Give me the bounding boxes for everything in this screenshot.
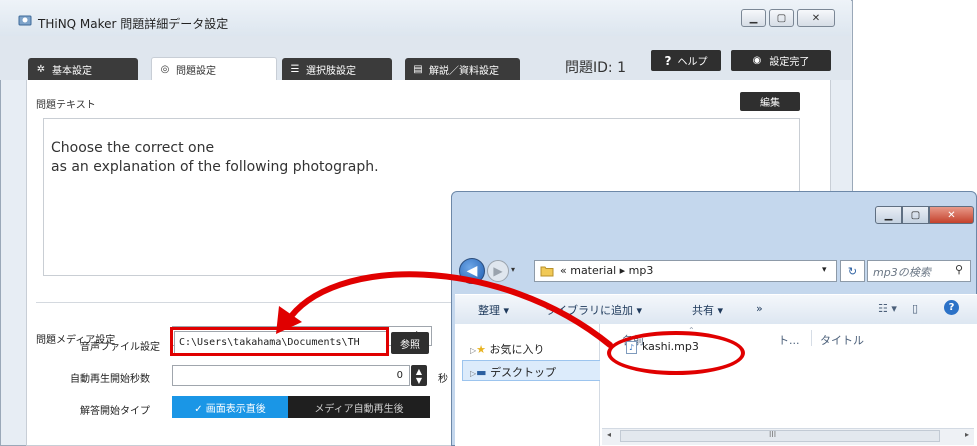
refresh-icon[interactable]: ↻ [840,260,865,282]
folder-icon [540,264,554,277]
view-options-icon[interactable]: ☷ ▾ [878,302,897,315]
tab-label: 選択肢設定 [306,65,356,77]
tab-explanation-settings[interactable]: ▤ 解説／資料設定 [405,58,520,80]
help-icon[interactable]: ? [944,300,959,315]
list-icon: ☰ [290,63,300,75]
tab-question-settings[interactable]: ◎ 問題設定 [151,57,277,80]
monitor-icon: ▬ [476,366,487,379]
preview-pane-icon[interactable]: ▯ [912,302,918,315]
question-text-line: Choose the correct one [51,140,215,156]
seconds-unit: 秒 [438,374,448,385]
tab-label: 問題設定 [176,65,216,77]
question-text-line: as an explanation of the following photo… [51,159,379,175]
circle-icon: ◎ [160,63,170,75]
help-icon: ? [664,53,672,68]
tab-label: 解説／資料設定 [429,65,499,77]
scroll-right-icon[interactable]: ▸ [965,430,969,439]
search-icon[interactable]: ⚲ [955,263,963,276]
recent-pages-dropdown[interactable]: ▾ [511,265,515,274]
breadcrumb[interactable]: « material ▸ mp3 [560,264,653,277]
scroll-left-icon[interactable]: ◂ [607,430,611,439]
help-button[interactable]: ? ヘルプ [651,50,721,71]
tab-label: 基本設定 [52,65,92,77]
forward-arrow-icon[interactable]: ▶ [487,260,509,282]
finish-settings-button[interactable]: ◉ 設定完了 [731,50,831,71]
nav-desktop[interactable]: ▷▬ デスクトップ [470,364,556,380]
gear-icon: ✲ [36,63,46,75]
star-icon: ★ [476,343,487,356]
organize-menu[interactable]: 整理 ▾ [478,302,509,318]
column-header-track[interactable]: ト... [778,332,800,348]
close-button[interactable]: ✕ [929,206,974,224]
column-header-title[interactable]: タイトル [820,332,864,348]
autoplay-seconds-input[interactable]: 0 [172,365,410,386]
grip-icon: III [769,430,777,439]
maximize-button[interactable]: ▢ [902,206,929,224]
answer-start-type-label: 解答開始タイプ [80,406,150,417]
answer-start-option-after-media[interactable]: メディア自動再生後 [288,396,430,418]
document-icon: ▤ [413,63,423,75]
add-to-library-menu[interactable]: ライブラリに追加 ▾ [545,302,642,318]
edit-button[interactable]: 編集 [740,92,800,111]
finish-label: 設定完了 [769,57,810,68]
minimize-button[interactable]: ▁ [875,206,902,224]
maximize-button[interactable]: ▢ [769,9,794,27]
highlight-ellipse [607,331,745,375]
tab-basic-settings[interactable]: ✲ 基本設定 [28,58,138,80]
highlight-rectangle [170,327,389,356]
more-toolbar-button[interactable]: » [756,302,763,315]
nav-desktop-label: デスクトップ [490,366,557,379]
window-title: THiNQ Maker 問題詳細データ設定 [38,17,229,31]
share-menu[interactable]: 共有 ▾ [692,302,723,318]
answer-start-option-immediate[interactable]: ✓ 画面表示直後 [172,396,288,418]
finish-icon: ◉ [752,55,762,66]
minimize-button[interactable]: ▁ [741,9,766,27]
browse-button[interactable]: 参照 [391,332,429,354]
chevron-down-icon[interactable]: ▾ [822,265,827,275]
tab-choice-settings[interactable]: ☰ 選択肢設定 [282,58,392,80]
close-button[interactable]: ✕ [797,9,835,27]
scrollbar-thumb[interactable]: III [620,430,940,442]
nav-favorites[interactable]: ▷★ お気に入り [470,341,545,357]
back-arrow-icon[interactable]: ◀ [459,258,485,284]
nav-favorites-label: お気に入り [489,343,545,356]
question-id: 問題ID: 1 [565,60,626,76]
stepper-arrows-icon[interactable]: ▲ ▼ [411,365,427,386]
column-divider [811,330,812,346]
autoplay-seconds-label: 自動再生開始秒数 [70,374,150,385]
audio-file-label: 音声ファイル設定 [80,342,160,353]
app-icon [18,14,32,26]
question-text-label: 問題テキスト [36,100,96,111]
help-label: ヘルプ [677,57,708,68]
